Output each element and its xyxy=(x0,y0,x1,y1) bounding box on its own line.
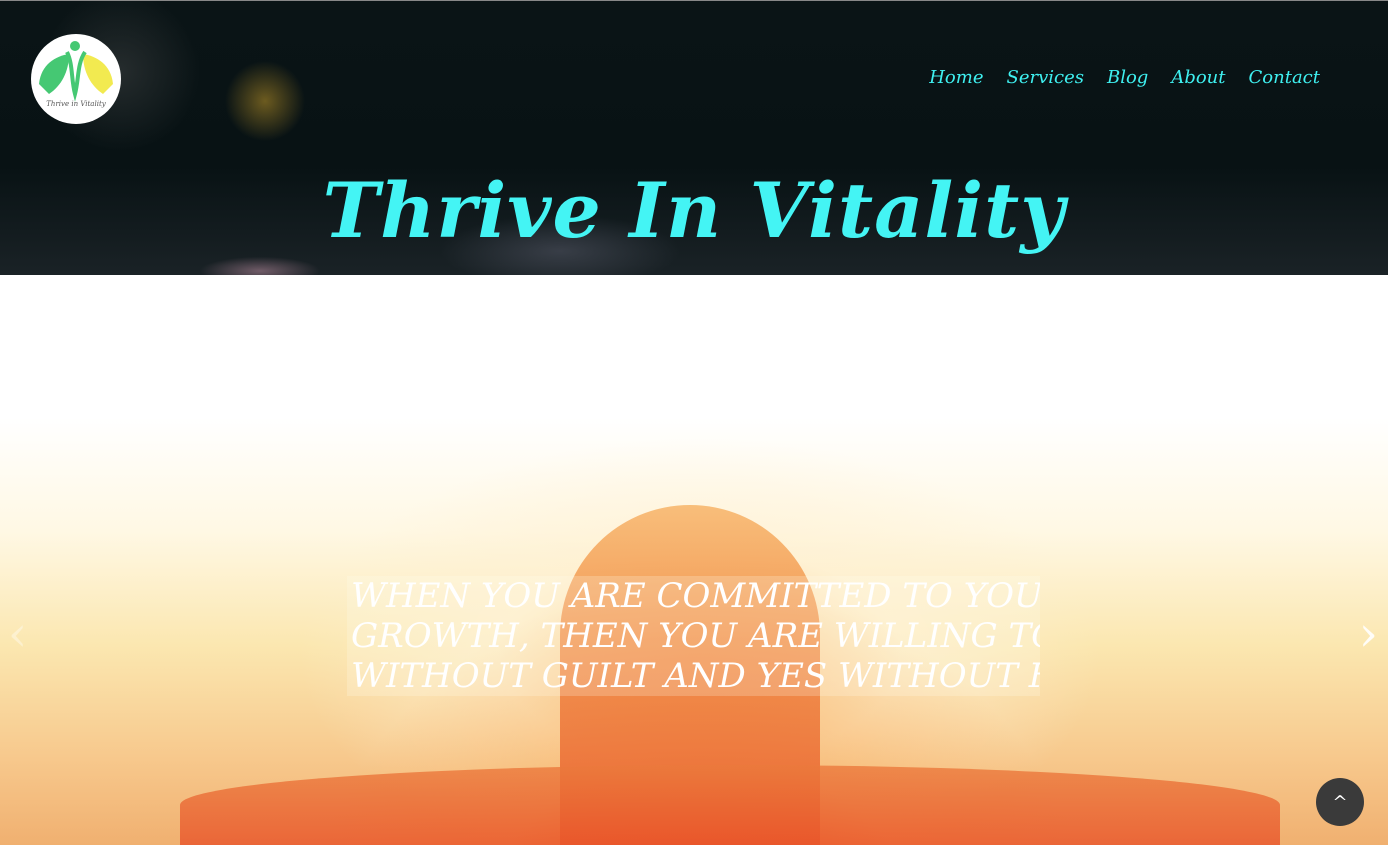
quote-line: WHEN YOU ARE COMMITTED TO YOUR xyxy=(351,576,1040,616)
site-title: Thrive In Vitality xyxy=(322,166,1066,255)
quote-line: WITHOUT GUILT AND YES WITHOUT FEAR xyxy=(351,656,1040,696)
quote-line: GROWTH, THEN YOU ARE WILLING TO SAY NO xyxy=(351,616,1040,656)
nav-home[interactable]: Home xyxy=(929,67,983,88)
hero-image-shoulders xyxy=(180,765,1280,845)
leaf-logo-icon: Thrive in Vitality xyxy=(39,41,113,108)
logo[interactable]: Thrive in Vitality xyxy=(31,34,121,124)
slider-prev-button[interactable]: ‹ xyxy=(8,610,27,658)
nav-about[interactable]: About xyxy=(1171,67,1225,88)
slider-next-button[interactable]: › xyxy=(1359,610,1378,658)
nav-contact[interactable]: Contact xyxy=(1249,67,1320,88)
chevron-right-icon: › xyxy=(1358,606,1378,662)
site-header: Thrive in Vitality Home Services Blog Ab… xyxy=(0,0,1388,275)
nav-services[interactable]: Services xyxy=(1007,67,1084,88)
nav-blog[interactable]: Blog xyxy=(1107,67,1148,88)
main-nav: Home Services Blog About Contact xyxy=(929,67,1320,88)
hero-slider: WHEN YOU ARE COMMITTED TO YOUR GROWTH, T… xyxy=(0,275,1388,845)
svg-text:Thrive in Vitality: Thrive in Vitality xyxy=(46,100,107,108)
chevron-up-icon: ^ xyxy=(1332,791,1348,813)
chevron-left-icon: ‹ xyxy=(8,606,28,662)
hero-quote: WHEN YOU ARE COMMITTED TO YOUR GROWTH, T… xyxy=(347,576,1040,696)
scroll-to-top-button[interactable]: ^ xyxy=(1316,778,1364,826)
